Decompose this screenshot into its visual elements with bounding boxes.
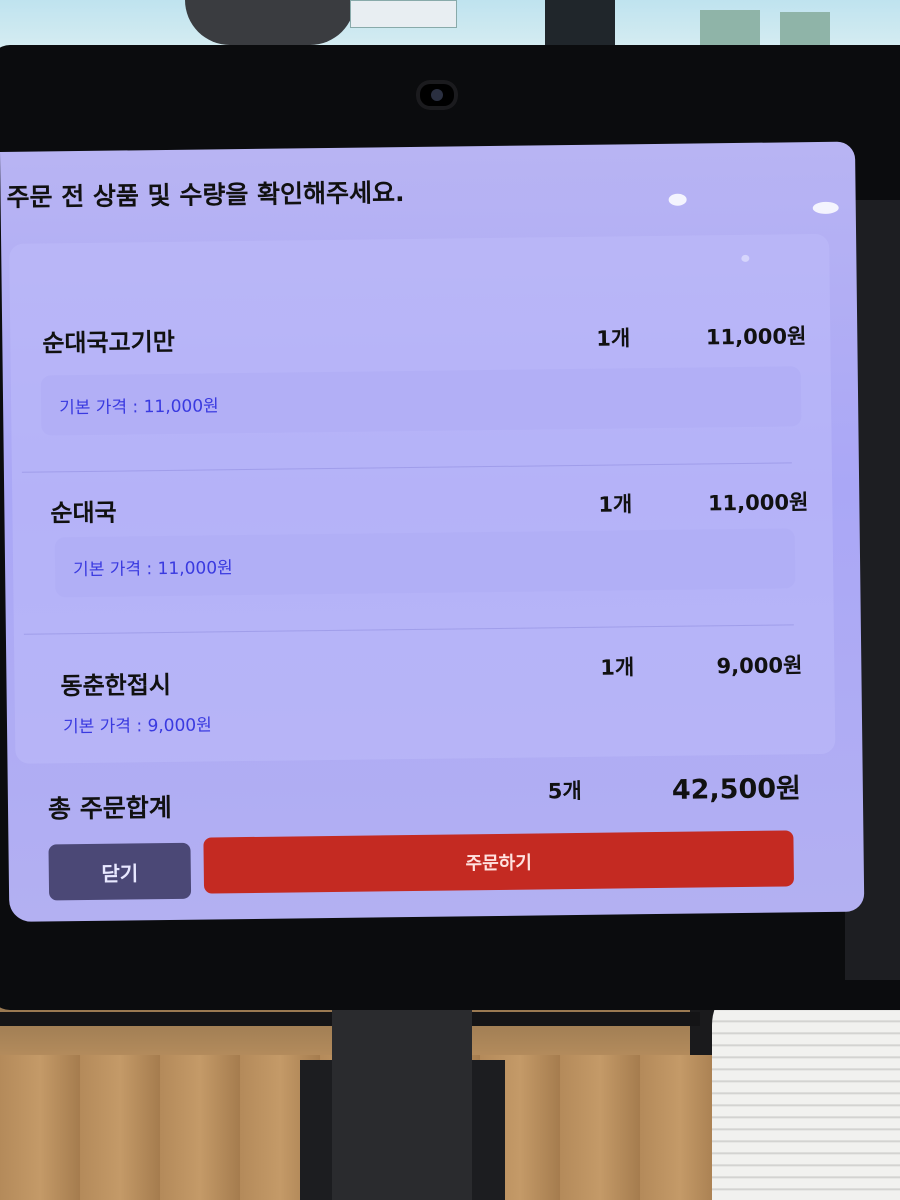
screen-glare — [668, 193, 687, 206]
list-item: 동춘한접시 1개 9,000원 기본 가격 : 9,000원 — [34, 649, 814, 737]
total-quantity: 5개 — [547, 778, 582, 804]
order-item-list: 순대국고기만 1개 11,000원 기본 가격 : 11,000원 순대국 1개… — [9, 233, 836, 764]
item-quantity: 1개 — [596, 326, 631, 351]
kiosk-stand — [332, 995, 472, 1200]
item-quantity: 1개 — [598, 492, 633, 517]
list-item: 순대국고기만 1개 11,000원 기본 가격 : 11,000원 — [30, 314, 810, 436]
close-button[interactable]: 닫기 — [48, 842, 192, 901]
item-name: 동춘한접시 — [60, 670, 172, 701]
item-price: 11,000원 — [705, 324, 807, 350]
camera-icon — [416, 80, 458, 110]
divider — [23, 624, 794, 635]
item-price: 11,000원 — [707, 490, 809, 516]
background-person — [185, 0, 355, 45]
page-title: 주문 전 상품 및 수량을 확인해주세요. — [6, 178, 405, 212]
order-confirmation-dialog: 주문 전 상품 및 수량을 확인해주세요. 순대국고기만 1개 11,000원 … — [0, 141, 865, 922]
divider — [21, 462, 792, 473]
screen-glare — [812, 201, 839, 215]
item-option-box: 기본 가격 : 11,000원 — [40, 366, 802, 436]
item-base-price: 기본 가격 : 11,000원 — [59, 396, 219, 419]
total-price: 42,500원 — [671, 773, 802, 806]
item-name: 순대국 — [50, 498, 117, 528]
item-price: 9,000원 — [716, 653, 803, 679]
item-base-price: 기본 가격 : 9,000원 — [62, 715, 212, 738]
order-total: 총 주문합계 5개 42,500원 — [8, 772, 863, 823]
list-item: 순대국 1개 11,000원 기본 가격 : 11,000원 — [32, 484, 812, 598]
item-option-box: 기본 가격 : 11,000원 — [54, 528, 796, 598]
total-label: 총 주문합계 — [47, 792, 172, 824]
background-sign — [350, 0, 457, 28]
item-quantity: 1개 — [600, 655, 635, 680]
order-button[interactable]: 주문하기 — [203, 830, 795, 894]
item-base-price: 기본 가격 : 11,000원 — [72, 558, 233, 581]
item-name: 순대국고기만 — [42, 327, 175, 358]
